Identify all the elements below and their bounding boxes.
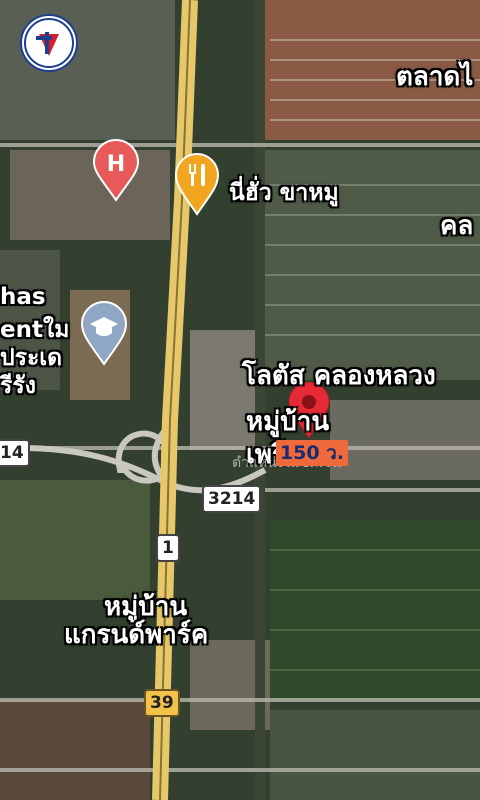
restaurant-marker-icon[interactable] — [174, 152, 220, 220]
satellite-imagery — [0, 0, 480, 800]
svg-text:H: H — [107, 152, 125, 177]
route-shield-39: 39 — [144, 689, 180, 717]
school-label-line1: has — [0, 284, 46, 310]
lotus-label: โลตัส คลองหลวง — [242, 361, 436, 391]
khlong-label: คล — [440, 211, 474, 241]
school-label-line4: รีรัง — [0, 373, 36, 399]
nihua-restaurant-label: นี่ฮั่ว ขาหมู — [229, 180, 339, 206]
route-shield-3214: 3214 — [202, 485, 262, 513]
market-label: ตลาดไ — [396, 62, 474, 92]
grand-village-label-line2: แกรนด์พาร์ค — [64, 620, 209, 650]
route-shield-14: 14 — [0, 439, 30, 467]
route-shield-1: 1 — [156, 534, 180, 562]
price-badge[interactable]: 150 ว. — [276, 440, 348, 466]
school-marker-icon[interactable] — [80, 300, 128, 370]
company-logo — [20, 14, 78, 72]
hospital-marker-icon[interactable]: H — [92, 138, 140, 206]
map-view[interactable]: H ตลาดไ นี่ฮั่ว ขาหมู คล โลตัส คลองหลวง … — [0, 0, 480, 800]
